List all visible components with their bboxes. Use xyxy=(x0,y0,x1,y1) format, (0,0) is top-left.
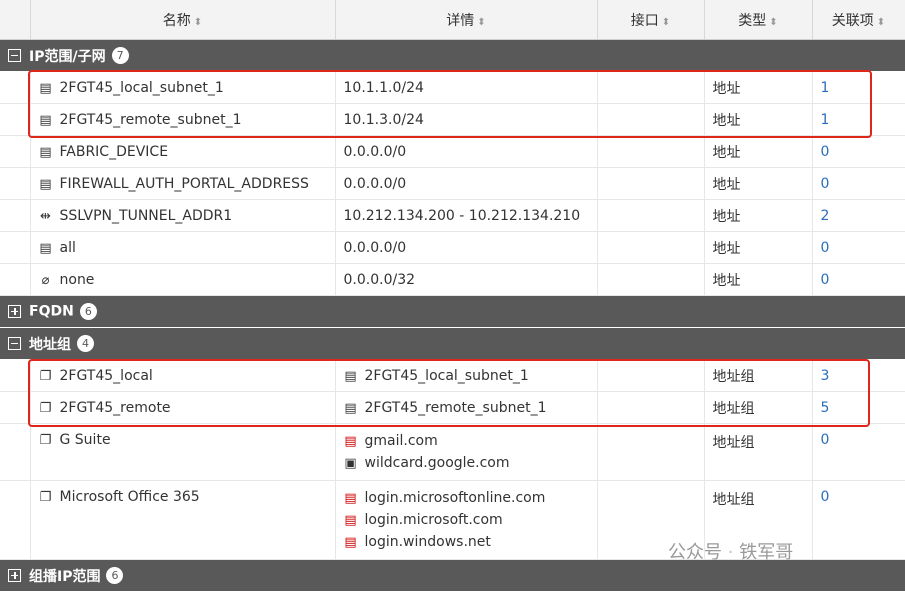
fqdn-warning-icon: ▤ xyxy=(344,535,357,550)
none-icon: ⌀ xyxy=(41,272,50,288)
sort-icon[interactable]: ⬍ xyxy=(662,17,670,28)
address-icon: ▤ xyxy=(39,176,52,192)
table-row[interactable]: ▤ FABRIC_DEVICE 0.0.0.0/0 地址 0 xyxy=(0,135,905,168)
address-group-icon: ❐ xyxy=(39,368,52,384)
refs-link[interactable]: 5 xyxy=(812,391,905,424)
fqdn-warning-icon: ▤ xyxy=(344,434,357,449)
table-header: 名称 ⬍ 详情 ⬍ 接口 ⬍ 类型 ⬍ 关联项 ⬍ xyxy=(0,0,905,40)
select-column-header xyxy=(0,0,31,40)
table-row[interactable]: ❐ 2FGT45_local ▤ 2FGT45_local_subnet_1 地址组… xyxy=(0,359,905,392)
expand-icon[interactable] xyxy=(8,304,21,318)
group-row-address-group[interactable]: 地址组 4 xyxy=(0,327,905,360)
refs-link[interactable]: 2 xyxy=(812,199,905,232)
refs-link[interactable]: 0 xyxy=(812,480,905,560)
refs-column-header[interactable]: 关联项 ⬍ xyxy=(812,0,905,40)
address-group-icon: ❐ xyxy=(39,433,52,448)
collapse-icon[interactable] xyxy=(8,336,21,350)
refs-link[interactable]: 0 xyxy=(812,263,905,296)
refs-link[interactable]: 0 xyxy=(812,423,905,481)
name-column-header[interactable]: 名称 ⬍ xyxy=(30,0,336,40)
table-row[interactable]: ▤ all 0.0.0.0/0 地址 0 xyxy=(0,231,905,264)
fqdn-warning-icon: ▤ xyxy=(344,491,357,506)
table-row[interactable]: ❐ G Suite ▤ gmail.com ▣ wildcard.google.com… xyxy=(0,423,905,481)
table-row[interactable]: ▤ 2FGT45_remote_subnet_1 10.1.3.0/24 地址 1 xyxy=(0,103,905,136)
table-row[interactable]: ▤ FIREWALL_AUTH_PORTAL_ADDRESS 0.0.0.0/0 … xyxy=(0,167,905,200)
sort-icon[interactable]: ⬍ xyxy=(477,17,485,28)
table-row[interactable]: ⌀ none 0.0.0.0/32 地址 0 xyxy=(0,263,905,296)
refs-link[interactable]: 0 xyxy=(812,167,905,200)
interface-column-header[interactable]: 接口 ⬍ xyxy=(597,0,705,40)
count-badge: 6 xyxy=(106,567,124,584)
address-icon: ▤ xyxy=(39,240,52,256)
sort-icon[interactable]: ⬍ xyxy=(877,17,885,28)
type-column-header[interactable]: 类型 ⬍ xyxy=(704,0,813,40)
fqdn-warning-icon: ▤ xyxy=(344,513,357,528)
sort-icon[interactable]: ⬍ xyxy=(194,17,202,28)
fqdn-icon: ▣ xyxy=(344,456,357,471)
expand-icon[interactable] xyxy=(8,568,21,582)
group-row-fqdn[interactable]: FQDN 6 xyxy=(0,295,905,328)
refs-link[interactable]: 1 xyxy=(812,71,905,104)
count-badge: 6 xyxy=(79,303,97,320)
details-column-header[interactable]: 详情 ⬍ xyxy=(335,0,598,40)
address-table: 名称 ⬍ 详情 ⬍ 接口 ⬍ 类型 ⬍ 关联项 ⬍ IP范围/子网 7 ▤ 2FGT45_lo… xyxy=(0,0,905,592)
address-icon: ▤ xyxy=(344,400,357,416)
refs-link[interactable]: 1 xyxy=(812,103,905,136)
address-icon: ▤ xyxy=(39,144,52,160)
table-row[interactable]: ▤ 2FGT45_local_subnet_1 10.1.1.0/24 地址 1 xyxy=(0,71,905,104)
refs-link[interactable]: 0 xyxy=(812,135,905,168)
refs-link[interactable]: 0 xyxy=(812,231,905,264)
address-icon: ▤ xyxy=(344,368,357,384)
collapse-icon[interactable] xyxy=(8,48,21,62)
watermark: 公众号 · 铁军哥 xyxy=(668,542,794,563)
count-badge: 7 xyxy=(111,47,129,64)
address-group-icon: ❐ xyxy=(39,490,52,505)
address-icon: ▤ xyxy=(39,112,52,128)
address-group-icon: ❐ xyxy=(39,400,52,416)
table-row[interactable]: ⇹ SSLVPN_TUNNEL_ADDR1 10.212.134.200 - 10… xyxy=(0,199,905,232)
count-badge: 4 xyxy=(77,335,94,352)
group-row-ip-range[interactable]: IP范围/子网 7 xyxy=(0,39,905,72)
refs-link[interactable]: 3 xyxy=(812,359,905,392)
address-icon: ▤ xyxy=(39,80,52,96)
sort-icon[interactable]: ⬍ xyxy=(769,17,777,28)
iprange-icon: ⇹ xyxy=(40,208,51,224)
table-row[interactable]: ❐ 2FGT45_remote ▤ 2FGT45_remote_subnet_1 地… xyxy=(0,391,905,424)
